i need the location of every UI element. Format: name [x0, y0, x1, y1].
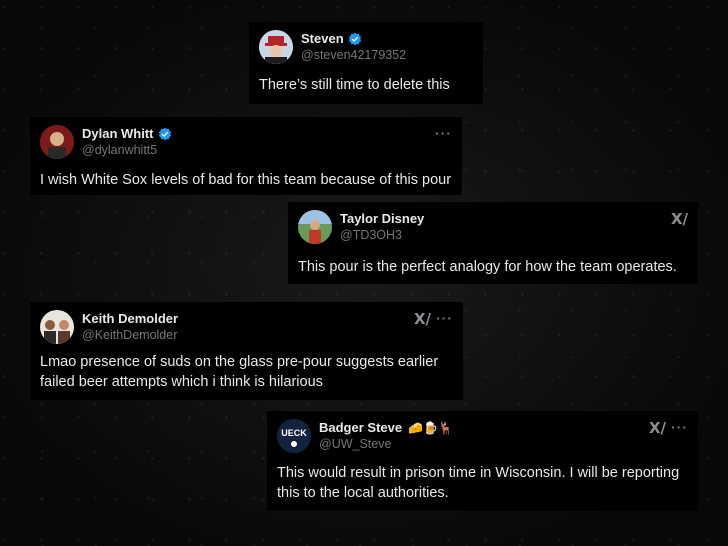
- more-options-icon[interactable]: ···: [436, 310, 453, 326]
- tweet-header: UECK Badger Steve 🧀🍺🦌 @UW_Steve: [277, 419, 453, 453]
- verified-badge-icon: [158, 127, 171, 141]
- user-name[interactable]: Badger Steve 🧀🍺🦌: [319, 420, 453, 436]
- user-handle[interactable]: @KeithDemolder: [82, 327, 178, 343]
- name-emojis: 🧀🍺🦌: [408, 421, 453, 435]
- avatar-logo-text: UECK: [281, 428, 307, 438]
- user-handle[interactable]: @steven42179352: [301, 47, 406, 63]
- tweet-header: Taylor Disney @TD3OH3: [298, 210, 424, 244]
- user-name-text[interactable]: Dylan Whitt: [82, 126, 154, 142]
- tweet-text-line: This would result in prison time in Wisc…: [277, 465, 680, 481]
- grok-icon[interactable]: X/: [649, 419, 666, 437]
- user-name[interactable]: Taylor Disney: [340, 211, 424, 227]
- grok-icon[interactable]: X/: [671, 210, 688, 228]
- tweet-card-badger-steve: UECK Badger Steve 🧀🍺🦌 @UW_Steve X/ ··· T…: [267, 411, 698, 511]
- avatar[interactable]: [298, 210, 332, 244]
- tweet-card-keith-demolder: Keith Demolder @KeithDemolder X/ ··· Lma…: [30, 302, 463, 400]
- avatar-image-icon: [298, 210, 332, 244]
- tweet-text: I wish White Sox levels of bad for this …: [40, 172, 452, 188]
- user-name[interactable]: Keith Demolder: [82, 311, 178, 327]
- avatar[interactable]: UECK: [277, 419, 311, 453]
- tweet-header: Keith Demolder @KeithDemolder: [40, 310, 178, 344]
- user-name-text[interactable]: Keith Demolder: [82, 311, 178, 327]
- tweet-text: Lmao presence of suds on the glass pre-p…: [40, 352, 438, 392]
- avatar-image-icon: [40, 310, 74, 344]
- avatar[interactable]: [40, 125, 74, 159]
- user-name[interactable]: Dylan Whitt: [82, 126, 172, 142]
- tweet-text: This would result in prison time in Wisc…: [277, 463, 679, 503]
- avatar-image-icon: [40, 125, 74, 159]
- tweet-header: Dylan Whitt @dylanwhitt5: [40, 125, 172, 159]
- user-handle[interactable]: @dylanwhitt5: [82, 142, 172, 158]
- user-handle[interactable]: @UW_Steve: [319, 436, 453, 452]
- tweet-text-line: Lmao presence of suds on the glass pre-p…: [40, 354, 439, 370]
- tweet-card-taylor-disney: Taylor Disney @TD3OH3 X/ This pour is th…: [288, 202, 698, 284]
- avatar[interactable]: [40, 310, 74, 344]
- tweet-text-line: failed beer attempts which i think is hi…: [40, 374, 323, 390]
- tweet-card-steven: Steven @steven42179352 There’s still tim…: [249, 22, 483, 104]
- more-options-icon[interactable]: ···: [671, 419, 688, 435]
- grok-icon[interactable]: X/: [414, 310, 431, 328]
- avatar-image-icon: UECK: [277, 419, 311, 453]
- user-name[interactable]: Steven: [301, 31, 406, 47]
- user-handle[interactable]: @TD3OH3: [340, 227, 424, 243]
- more-options-icon[interactable]: ···: [435, 125, 452, 141]
- tweet-text: This pour is the perfect analogy for how…: [298, 259, 677, 275]
- avatar-image-icon: [259, 30, 293, 64]
- verified-badge-icon: [348, 32, 361, 46]
- tweet-text: There’s still time to delete this: [259, 77, 450, 93]
- tweet-header: Steven @steven42179352: [259, 30, 406, 64]
- user-name-text[interactable]: Taylor Disney: [340, 211, 424, 227]
- avatar[interactable]: [259, 30, 293, 64]
- tweet-card-dylan-whitt: Dylan Whitt @dylanwhitt5 ··· I wish Whit…: [30, 117, 462, 195]
- user-name-text[interactable]: Badger Steve: [319, 420, 402, 436]
- tweet-text-line: this to the local authorities.: [277, 485, 449, 501]
- user-name-text[interactable]: Steven: [301, 31, 344, 47]
